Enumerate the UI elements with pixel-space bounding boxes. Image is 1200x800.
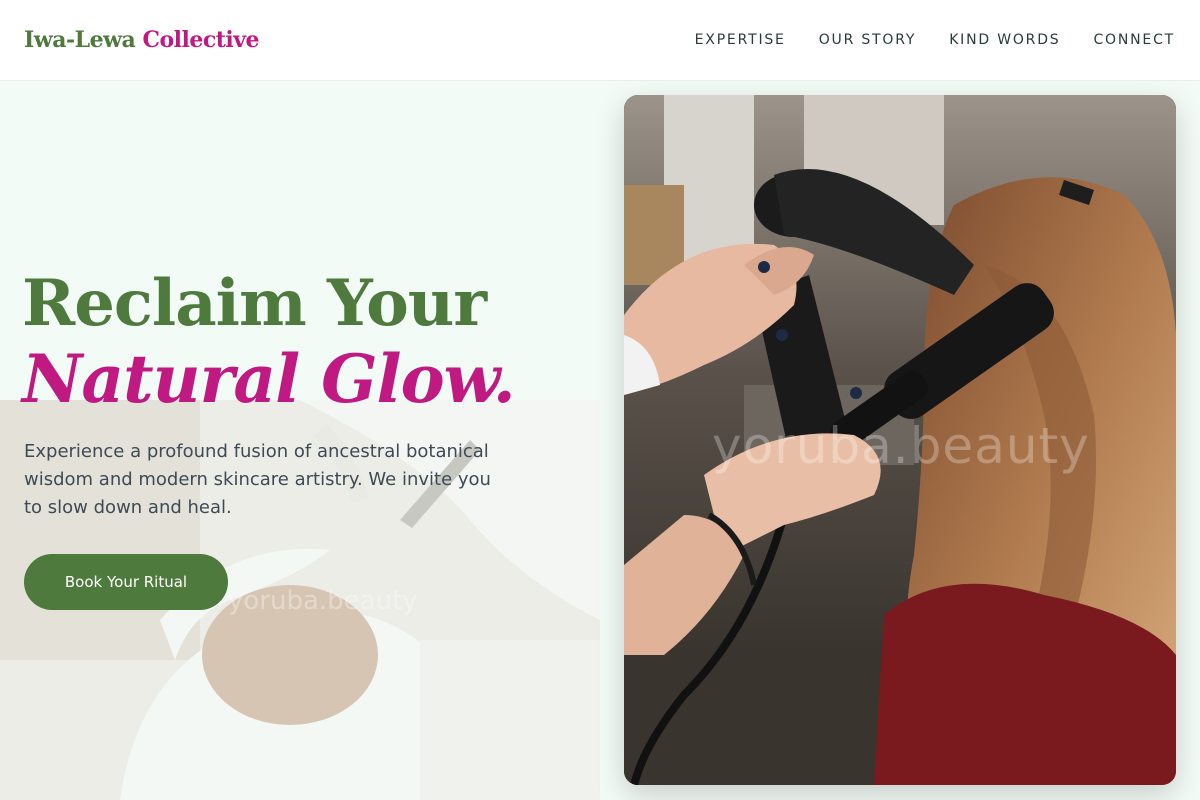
nav-link-expertise[interactable]: EXPERTISE: [695, 32, 786, 48]
headline-line-1: Reclaim Your: [22, 266, 487, 341]
book-your-ritual-button[interactable]: Book Your Ritual: [24, 554, 228, 610]
brand-logo[interactable]: Iwa-Lewa Collective: [24, 27, 260, 53]
background-watermark: yoruba.beauty: [228, 586, 418, 616]
brand-name-part1: Iwa-Lewa: [24, 27, 136, 53]
hero-subtext: Experience a profound fusion of ancestra…: [24, 441, 491, 518]
nav-link-our-story[interactable]: OUR STORY: [819, 32, 917, 48]
site-header: Iwa-Lewa Collective EXPERTISE OUR STORY …: [0, 0, 1200, 81]
image-watermark: yoruba.beauty: [712, 417, 1090, 475]
headline-line-2: Natural Glow.: [22, 340, 516, 418]
nav-link-kind-words[interactable]: KIND WORDS: [949, 32, 1060, 48]
main-nav: EXPERTISE OUR STORY KIND WORDS CONNECT: [695, 32, 1175, 48]
hair-styling-photo: yoruba.beauty: [624, 95, 1176, 785]
brand-name-part2: Collective: [142, 27, 260, 53]
hero-headline: Reclaim Your Natural Glow.: [22, 266, 516, 418]
hero-section: Reclaim Your Natural Glow. Experience a …: [0, 81, 1200, 800]
nav-link-connect[interactable]: CONNECT: [1093, 32, 1175, 48]
